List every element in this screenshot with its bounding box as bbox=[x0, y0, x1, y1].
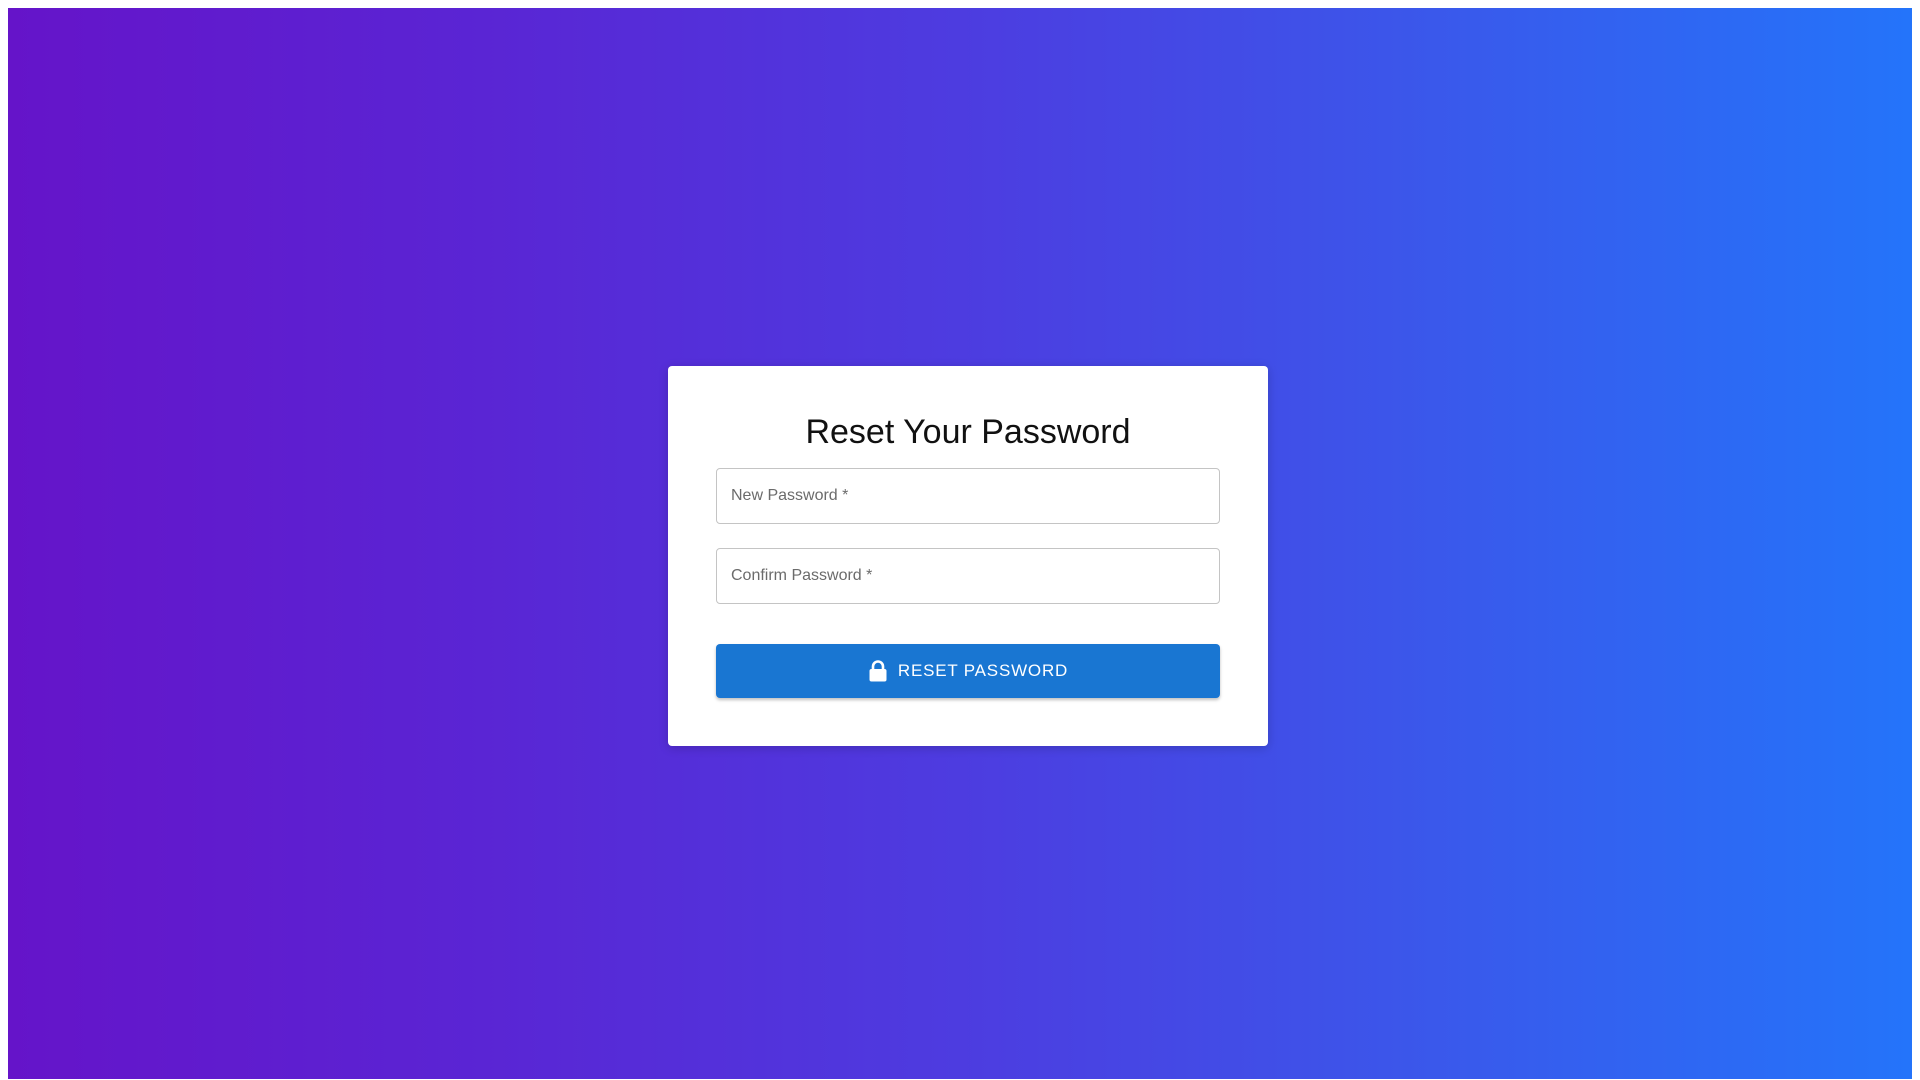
page-background: Reset Your Password New Password * Confi… bbox=[8, 8, 1912, 1079]
confirm-password-field[interactable]: Confirm Password * bbox=[716, 548, 1220, 604]
reset-password-button[interactable]: RESET PASSWORD bbox=[716, 644, 1220, 698]
reset-password-card: Reset Your Password New Password * Confi… bbox=[668, 366, 1268, 746]
new-password-field[interactable]: New Password * bbox=[716, 468, 1220, 524]
page-title: Reset Your Password bbox=[805, 413, 1131, 451]
confirm-password-label: Confirm Password * bbox=[731, 567, 873, 584]
reset-password-button-label: RESET PASSWORD bbox=[897, 661, 1069, 680]
lock-icon bbox=[869, 660, 887, 682]
new-password-label: New Password * bbox=[731, 487, 849, 504]
